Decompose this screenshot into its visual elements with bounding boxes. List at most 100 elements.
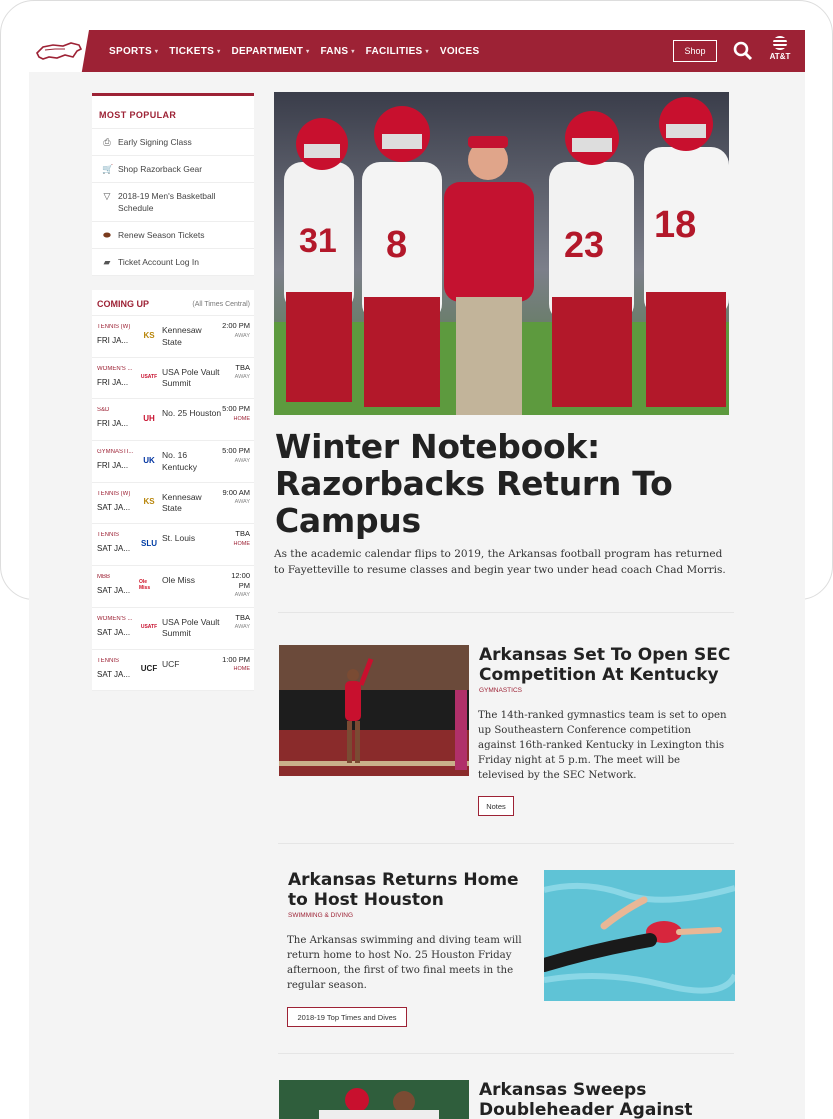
opponent-logo-icon: UH	[143, 413, 155, 423]
story-2-image[interactable]	[544, 870, 735, 1001]
schedule-time-value: 9:00 AM	[222, 487, 250, 497]
popular-item[interactable]: ⬬ Renew Season Tickets	[92, 222, 254, 249]
opponent-logo-icon: SLU	[141, 538, 157, 548]
schedule-opponent: Kennesaw State	[162, 491, 202, 514]
story-1-image[interactable]	[279, 645, 469, 776]
popular-item-label: Ticket Account Log In	[118, 257, 199, 267]
popular-item[interactable]: ⎙ Early Signing Class	[92, 129, 254, 156]
schedule-date: SAT JA...	[97, 627, 131, 637]
popular-item[interactable]: ▽ 2018-19 Men's Basketball Schedule	[92, 183, 254, 222]
story-3-image[interactable]	[279, 1080, 469, 1119]
story-2-title[interactable]: Arkansas Returns Home to Host Houston	[288, 870, 538, 910]
nav-item-tickets[interactable]: TICKETS ▾	[169, 46, 220, 57]
razorback-logo[interactable]	[29, 30, 89, 72]
hero-image[interactable]: 31 8 23 18	[274, 92, 729, 415]
schedule-time: 12:00 PM AWAY	[220, 571, 250, 601]
svg-text:8: 8	[386, 224, 407, 266]
printer-icon: ⎙	[103, 137, 111, 147]
nav-item-voices[interactable]: VOICES	[440, 46, 480, 57]
popular-item-label: Shop Razorback Gear	[118, 164, 203, 174]
popular-item[interactable]: 🛒 Shop Razorback Gear	[92, 156, 254, 183]
search-icon[interactable]	[733, 41, 753, 61]
schedule-sport: TENNIS (W)	[97, 490, 131, 497]
schedule-location: HOME	[233, 540, 251, 547]
schedule-time: 1:00 PM HOME	[220, 655, 250, 675]
razorback-logo-icon	[36, 42, 83, 60]
popular-item-label: Early Signing Class	[118, 137, 192, 147]
svg-text:23: 23	[564, 224, 604, 265]
schedule-location: AWAY	[234, 592, 250, 599]
schedule-sport: TENNIS (W)	[97, 324, 131, 330]
svg-text:31: 31	[299, 222, 337, 260]
story-3-title[interactable]: Arkansas Sweeps Doubleheader Against	[479, 1080, 734, 1119]
nav-label: SPORTS	[109, 45, 152, 57]
schedule-date: FRI JA...	[97, 336, 129, 345]
schedule-row[interactable]: TENNIS SAT JA... SLU St. Louis TBA HOME	[92, 524, 254, 567]
schedule-date: SAT JA...	[97, 669, 131, 679]
schedule-row[interactable]: TENNIS (W) FRI JA... KS Kennesaw State 2:00 …	[92, 316, 254, 358]
story-2-category[interactable]: SWIMMING & DIVING	[288, 912, 353, 919]
schedule-date: FRI JA...	[97, 377, 129, 387]
opponent-logo-icon: USATF	[140, 623, 158, 630]
schedule-time: 2:00 PM AWAY	[220, 321, 250, 341]
opponent-logo-icon: KS	[143, 497, 155, 507]
schedule-location: AWAY	[234, 624, 250, 631]
cart-icon: 🛒	[102, 164, 114, 174]
nav-item-fans[interactable]: FANS ▾	[320, 46, 354, 57]
schedule-row[interactable]: WOMEN'S ... SAT JA... USATF USA Pole Vault …	[92, 608, 254, 650]
schedule-row[interactable]: S&D FRI JA... UH No. 25 Houston 5:00 PM HOME	[92, 399, 254, 442]
schedule-opponent: No. 25 Houston	[162, 408, 222, 419]
story-2-summary: The Arkansas swimming and diving team wi…	[287, 935, 522, 991]
popular-item[interactable]: ▰ Ticket Account Log In	[92, 249, 254, 276]
schedule-sport: WOMEN'S ...	[97, 365, 133, 372]
schedule-opponent: Kennesaw State	[162, 325, 202, 347]
schedule-location: HOME	[233, 666, 251, 672]
coming-up-title: COMING UP	[97, 299, 150, 309]
schedule-time-value: 1:00 PM	[222, 654, 250, 664]
story-1-title[interactable]: Arkansas Set To Open SEC Competition At …	[479, 645, 734, 685]
schedule-row[interactable]: GYMNASTI... FRI JA... UK No. 16 Kentucky 5:0…	[92, 441, 254, 483]
sidebar: MOST POPULAR ⎙ Early Signing Class 🛒 Shop R…	[92, 93, 254, 692]
page: SPORTS ▾ TICKETS ▾ DEPARTMENT ▾ FANS ▾ FACILITIE…	[29, 30, 805, 1119]
nav-label: DEPARTMENT	[231, 45, 304, 57]
most-popular-panel: MOST POPULAR ⎙ Early Signing Class 🛒 Shop R…	[92, 93, 254, 276]
schedule-row[interactable]: TENNIS (W) SAT JA... KS Kennesaw State 9:00 …	[92, 483, 254, 525]
opponent-logo-icon: UCF	[140, 664, 158, 673]
story-2-top-times-button[interactable]: 2018-19 Top Times and Dives	[287, 1007, 407, 1027]
schedule-time-value: TBA	[235, 362, 250, 372]
schedule-time: 5:00 PM HOME	[220, 404, 250, 424]
att-logo[interactable]: AT&T	[767, 36, 793, 66]
schedule-time-value: TBA	[235, 529, 250, 539]
hero-summary: As the academic calendar flips to 2019, …	[274, 548, 726, 576]
nav-item-facilities[interactable]: FACILITIES ▾	[366, 46, 429, 57]
schedule-opponent: USA Pole Vault Summit	[162, 616, 220, 639]
shop-button[interactable]: Shop	[673, 40, 717, 62]
site-header: SPORTS ▾ TICKETS ▾ DEPARTMENT ▾ FANS ▾ FACILITIE…	[29, 30, 805, 72]
schedule-time-value: 5:00 PM	[222, 404, 250, 414]
story-1-notes-button[interactable]: Notes	[478, 796, 514, 816]
main-nav: SPORTS ▾ TICKETS ▾ DEPARTMENT ▾ FANS ▾ FACILITIE…	[109, 30, 490, 72]
basketball-hoop-icon: ▽	[103, 191, 111, 201]
schedule-time-value: 5:00 PM	[222, 446, 250, 456]
divider	[278, 843, 734, 844]
story-1-category[interactable]: GYMNASTICS	[479, 687, 522, 694]
schedule-row[interactable]: MBB SAT JA... Ole Miss Ole Miss 12:00 PM AWAY	[92, 566, 254, 608]
coming-up-timezone: (All Times Central)	[192, 300, 250, 308]
schedule-time: TBA HOME	[220, 529, 251, 549]
popular-item-label: Renew Season Tickets	[118, 230, 205, 240]
hero-headline[interactable]: Winter Notebook: Razorbacks Return To Ca…	[275, 428, 715, 539]
nav-item-sports[interactable]: SPORTS ▾	[109, 46, 158, 57]
nav-item-department[interactable]: DEPARTMENT ▾	[231, 46, 309, 57]
schedule-row[interactable]: WOMEN'S ... FRI JA... USATF USA Pole Vault …	[92, 358, 254, 400]
att-label: AT&T	[769, 52, 791, 61]
schedule-time: 9:00 AM AWAY	[220, 488, 250, 508]
schedule-location: AWAY	[234, 332, 250, 339]
schedule-opponent: UCF	[162, 658, 180, 669]
schedule-sport: S&D	[97, 407, 110, 414]
schedule-row[interactable]: TENNIS SAT JA... UCF UCF 1:00 PM HOME	[92, 650, 254, 692]
schedule-opponent: Ole Miss	[162, 575, 196, 586]
svg-text:18: 18	[654, 204, 696, 246]
opponent-logo-icon: UK	[143, 455, 155, 465]
divider	[278, 1053, 734, 1054]
most-popular-title: MOST POPULAR	[92, 96, 254, 129]
